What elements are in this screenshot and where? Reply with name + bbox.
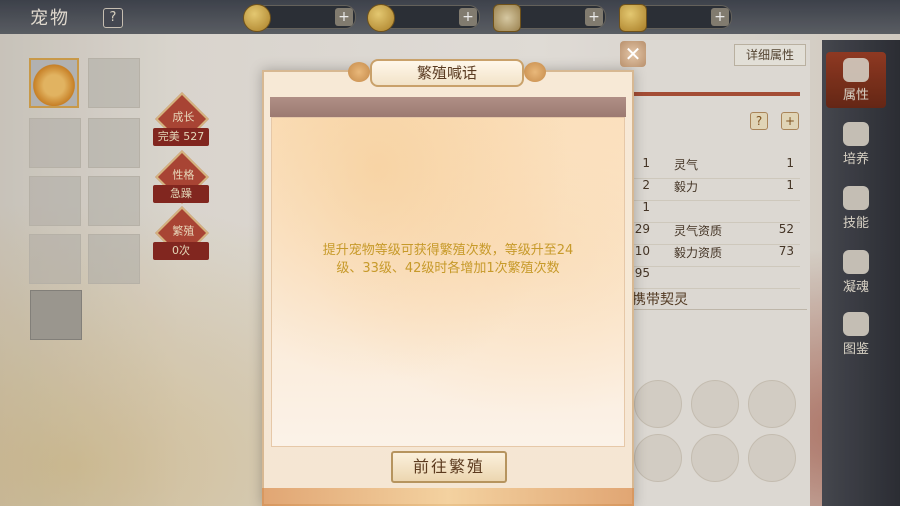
- dialog-content: [271, 117, 625, 447]
- dialog-title: 繁殖喊话: [370, 59, 524, 87]
- title-ornament-right: [524, 62, 546, 82]
- title-ornament-left: [348, 62, 370, 82]
- dialog-header-band: [270, 97, 626, 117]
- dialog-message: 提升宠物等级可获得繁殖次数，等级升至24级、33级、42级时各增加1次繁殖次数: [322, 243, 574, 276]
- close-button[interactable]: ✕: [620, 41, 646, 67]
- dialog-bottom-ornament: [262, 488, 634, 506]
- go-breed-button[interactable]: 前往繁殖: [391, 451, 507, 483]
